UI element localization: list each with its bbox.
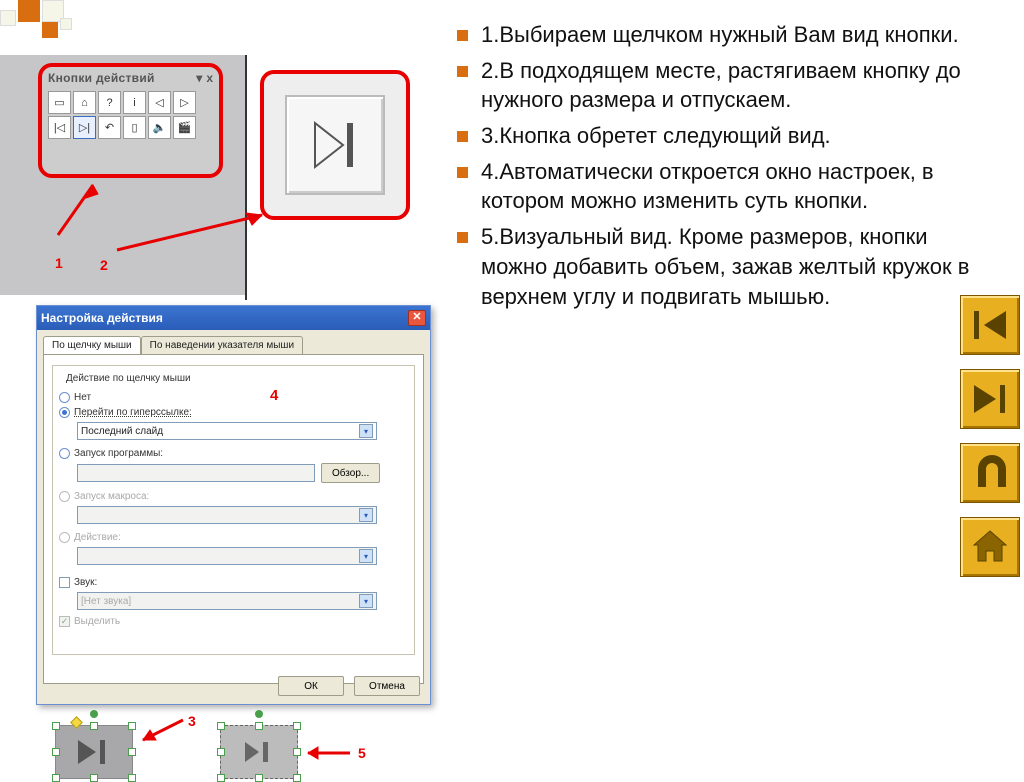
- opt-hyperlink-label: Перейти по гиперссылке:: [74, 407, 192, 418]
- tb-btn-home[interactable]: ⌂: [73, 91, 96, 114]
- action-buttons-toolbar: Кнопки действий ▾ x ▭ ⌂ ? i ◁ ▷ |◁ ▷| ↶ …: [38, 63, 223, 178]
- chevron-down-icon: ▾: [359, 508, 373, 522]
- radio-hyperlink[interactable]: [59, 407, 70, 418]
- next-last-icon: [970, 379, 1010, 419]
- tb-btn-blank[interactable]: ▭: [48, 91, 71, 114]
- nav-prev-button[interactable]: [960, 295, 1020, 355]
- opt-action-row: Действие:: [59, 532, 408, 543]
- sound-row[interactable]: Звук:: [59, 577, 408, 588]
- radio-none[interactable]: [59, 392, 70, 403]
- home-icon: [970, 527, 1010, 567]
- list-item: 2.В подходящем месте, растягиваем кнопку…: [455, 56, 995, 115]
- label-4: 4: [270, 387, 278, 404]
- action-combo: ▾: [77, 547, 377, 565]
- toolbar-titlebar[interactable]: Кнопки действий ▾ x: [42, 67, 219, 89]
- sound-combo: [Нет звука] ▾: [77, 592, 377, 610]
- opt-none-row[interactable]: Нет: [59, 392, 408, 403]
- label-2: 2: [100, 257, 108, 273]
- shape-preview-5[interactable]: [220, 725, 298, 779]
- nav-next-button[interactable]: [960, 369, 1020, 429]
- arrow-5: [300, 743, 355, 763]
- u-turn-icon: [970, 453, 1010, 493]
- dialog-close-button[interactable]: ✕: [408, 310, 426, 326]
- tab-on-hover[interactable]: По наведении указателя мыши: [141, 336, 303, 354]
- shape-preview-3[interactable]: [55, 725, 133, 779]
- tb-btn-next[interactable]: ▷: [173, 91, 196, 114]
- radio-action: [59, 532, 70, 543]
- chevron-down-icon: ▾: [359, 549, 373, 563]
- label-5: 5: [358, 745, 366, 761]
- arrow-3: [138, 718, 188, 748]
- tb-btn-info[interactable]: i: [123, 91, 146, 114]
- toolbar-buttons-grid: ▭ ⌂ ? i ◁ ▷ |◁ ▷| ↶ ▯ 🔈 🎬: [42, 89, 219, 141]
- instructions-list: 1.Выбираем щелчком нужный Вам вид кнопки…: [455, 20, 995, 680]
- nav-return-button[interactable]: [960, 443, 1020, 503]
- tb-btn-return[interactable]: ↶: [98, 116, 121, 139]
- toolbar-menu-icon[interactable]: ▾: [196, 71, 202, 85]
- click-action-group: Действие по щелчку мыши Нет Перейти по г…: [52, 365, 415, 655]
- sound-value: [Нет звука]: [81, 596, 131, 607]
- label-3: 3: [188, 713, 196, 729]
- toolbar-title-text: Кнопки действий: [48, 71, 155, 85]
- tb-btn-help[interactable]: ?: [98, 91, 121, 114]
- dialog-title: Настройка действия: [41, 311, 163, 325]
- label-1: 1: [55, 255, 63, 271]
- ok-button[interactable]: ОК: [278, 676, 344, 696]
- hyperlink-combo[interactable]: Последний слайд ▾: [77, 422, 377, 440]
- button-preview-frame: [260, 70, 410, 220]
- sound-label: Звук:: [74, 577, 97, 588]
- highlight-row: ✓ Выделить: [59, 616, 408, 627]
- group-title: Действие по щелчку мыши: [63, 373, 194, 384]
- macro-combo: ▾: [77, 506, 377, 524]
- opt-none-label: Нет: [74, 392, 91, 403]
- chevron-down-icon: ▾: [359, 594, 373, 608]
- opt-action-label: Действие:: [74, 532, 121, 543]
- radio-macro: [59, 491, 70, 502]
- list-item: 4.Автоматически откроется окно настроек,…: [455, 157, 995, 216]
- tb-btn-sound[interactable]: 🔈: [148, 116, 171, 139]
- browse-button[interactable]: Обзор...: [321, 463, 380, 483]
- next-last-icon: [74, 737, 114, 767]
- next-last-icon: [305, 115, 365, 175]
- list-item: 1.Выбираем щелчком нужный Вам вид кнопки…: [455, 20, 995, 50]
- arrow-1: [48, 180, 108, 260]
- button-preview: [285, 95, 385, 195]
- tb-btn-last[interactable]: ▷|: [73, 116, 96, 139]
- toolbar-close-icon[interactable]: x: [206, 71, 213, 85]
- chevron-down-icon[interactable]: ▾: [359, 424, 373, 438]
- list-item: 3.Кнопка обретет следующий вид.: [455, 121, 995, 151]
- tb-btn-prev[interactable]: ◁: [148, 91, 171, 114]
- hyperlink-value: Последний слайд: [81, 426, 163, 437]
- checkbox-sound[interactable]: [59, 577, 70, 588]
- runprog-path: [77, 464, 315, 482]
- arrow-2: [112, 205, 272, 265]
- list-item: 5.Визуальный вид. Кроме размеров, кнопки…: [455, 222, 995, 311]
- tb-btn-doc[interactable]: ▯: [123, 116, 146, 139]
- tab-on-click[interactable]: По щелчку мыши: [43, 336, 141, 354]
- nav-buttons-column: [960, 295, 1020, 577]
- radio-runprog[interactable]: [59, 448, 70, 459]
- opt-runprog-row[interactable]: Запуск программы:: [59, 448, 408, 459]
- next-last-icon: [239, 737, 279, 767]
- dialog-titlebar[interactable]: Настройка действия ✕: [37, 306, 430, 330]
- prev-first-icon: [970, 305, 1010, 345]
- cancel-button[interactable]: Отмена: [354, 676, 420, 696]
- opt-macro-row: Запуск макроса:: [59, 491, 408, 502]
- opt-macro-label: Запуск макроса:: [74, 491, 149, 502]
- action-settings-dialog: Настройка действия ✕ По щелчку мыши По н…: [36, 305, 431, 705]
- dialog-panel: Действие по щелчку мыши Нет Перейти по г…: [43, 354, 424, 684]
- opt-hyperlink-row[interactable]: Перейти по гиперссылке:: [59, 407, 408, 418]
- tb-btn-first[interactable]: |◁: [48, 116, 71, 139]
- nav-home-button[interactable]: [960, 517, 1020, 577]
- opt-runprog-label: Запуск программы:: [74, 448, 163, 459]
- tb-btn-movie[interactable]: 🎬: [173, 116, 196, 139]
- highlight-label: Выделить: [74, 616, 120, 627]
